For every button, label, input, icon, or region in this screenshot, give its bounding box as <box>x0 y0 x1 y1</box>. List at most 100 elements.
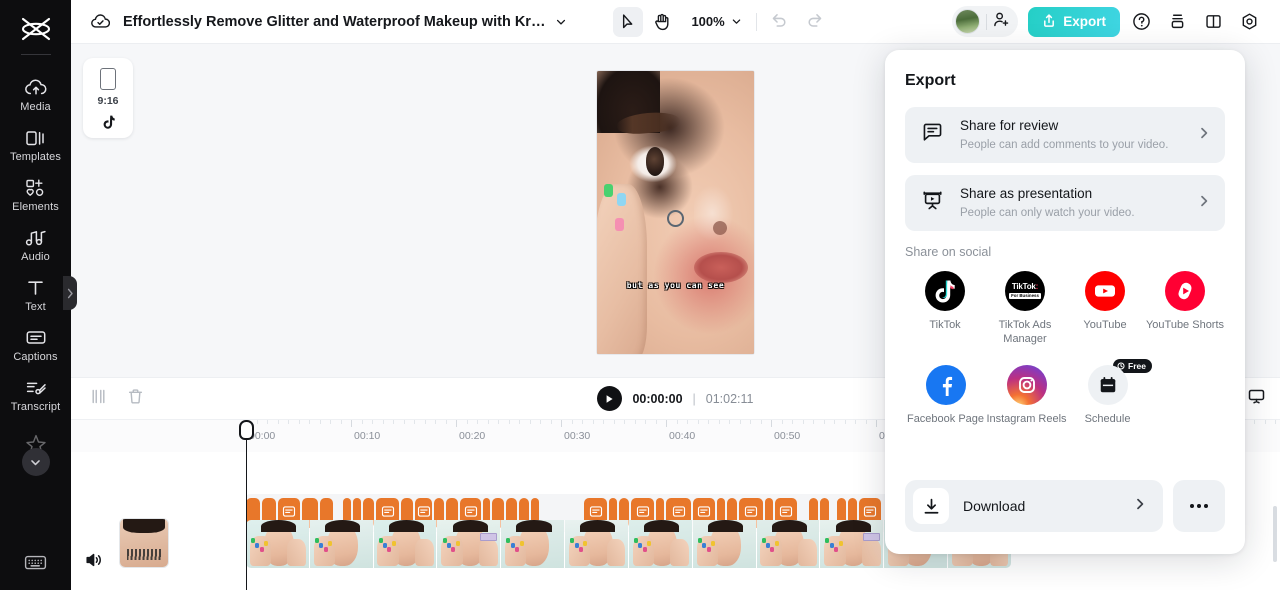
ruler-tick-minor <box>698 420 699 424</box>
video-frame-thumbnail[interactable] <box>820 520 885 568</box>
add-person-icon[interactable] <box>993 11 1010 33</box>
ruler-tick-major <box>351 420 352 427</box>
ruler-tick-minor <box>1254 420 1255 424</box>
ruler-tick-minor <box>572 420 573 424</box>
split-clip-icon[interactable] <box>90 388 107 410</box>
collaborators-group[interactable] <box>952 6 1019 37</box>
hand-tool-button[interactable] <box>647 7 677 37</box>
social-schedule[interactable]: Free Schedule <box>1067 358 1152 426</box>
ruler-tick-minor <box>750 420 751 424</box>
ruler-tick-minor <box>614 420 615 424</box>
ruler-tick-minor <box>624 420 625 424</box>
avatar[interactable] <box>955 9 981 34</box>
play-triangle-icon <box>607 394 614 403</box>
project-title-chevron-down-icon[interactable] <box>555 16 567 28</box>
ruler-tick-minor <box>393 420 394 424</box>
video-frame-thumbnail[interactable] <box>756 520 821 568</box>
zoom-level-control[interactable]: 100% <box>691 14 741 29</box>
social-tiktok-ads[interactable]: TikTok: For Business TikTok Ads Manager <box>985 271 1065 347</box>
sidebar-item-media[interactable]: Media <box>3 69 69 119</box>
ruler-tick-minor <box>635 420 636 424</box>
video-frame-thumbnail[interactable] <box>565 520 629 568</box>
share-as-presentation-subtitle: People can only watch your video. <box>960 206 1135 219</box>
playhead-handle[interactable] <box>239 420 254 440</box>
undo-button[interactable] <box>771 11 788 32</box>
social-youtube-label: YouTube <box>1083 319 1127 331</box>
social-tiktok[interactable]: TikTok <box>905 271 985 347</box>
help-icon[interactable] <box>1126 7 1156 37</box>
share-as-presentation-option[interactable]: Share as presentation People can only wa… <box>905 175 1225 231</box>
ruler-label: 00:50 <box>774 430 801 442</box>
ruler-tick-minor <box>645 420 646 424</box>
aspect-ratio-label: 9:16 <box>97 95 119 107</box>
more-options-button[interactable] <box>1173 480 1225 532</box>
export-button[interactable]: Export <box>1028 6 1120 37</box>
clip-thumbnail[interactable] <box>120 519 168 567</box>
youtube-icon <box>1085 271 1125 311</box>
social-tiktok-ads-label: TikTok Ads Manager <box>998 319 1052 346</box>
sidebar-label-templates: Templates <box>9 151 62 163</box>
social-instagram-reels[interactable]: Instagram Reels <box>986 364 1067 426</box>
timeline-vertical-scrollbar[interactable] <box>1273 506 1277 562</box>
zoom-chevron-down-icon <box>732 19 740 24</box>
ellipsis-icon <box>1190 504 1194 508</box>
video-frame-thumbnail[interactable] <box>501 520 566 568</box>
split-panel-icon[interactable] <box>1198 7 1228 37</box>
video-frame-thumbnail[interactable] <box>628 520 693 568</box>
ruler-tick-minor <box>687 420 688 424</box>
download-arrow-icon <box>913 488 949 524</box>
capcut-editor-window: Media Templates Elements Audio Text Capt… <box>0 0 1280 590</box>
speaker-icon[interactable] <box>85 552 103 573</box>
ruler-tick-major <box>666 420 667 427</box>
sidebar-label-transcript: Transcript <box>10 401 61 413</box>
ruler-tick-minor <box>782 420 783 424</box>
ruler-tick-minor <box>278 420 279 424</box>
ruler-tick-minor <box>425 420 426 424</box>
video-frame-thumbnail[interactable] <box>373 520 438 568</box>
ruler-tick-major <box>876 420 877 427</box>
download-button[interactable]: Download <box>905 480 1163 532</box>
social-youtube-shorts[interactable]: YouTube Shorts <box>1145 271 1225 347</box>
keyboard-shortcuts-icon[interactable] <box>24 554 47 576</box>
settings-gear-icon[interactable] <box>1234 7 1264 37</box>
ruler-tick-minor <box>729 420 730 424</box>
trash-icon[interactable] <box>127 388 144 410</box>
layers-icon[interactable] <box>1162 7 1192 37</box>
video-preview[interactable]: but as you can see <box>597 71 754 354</box>
portrait-frame-icon <box>100 68 116 90</box>
redo-button[interactable] <box>806 11 823 32</box>
selection-marker-icon[interactable] <box>667 210 684 227</box>
social-youtube[interactable]: YouTube <box>1065 271 1145 347</box>
video-frame-thumbnail[interactable] <box>692 520 757 568</box>
playhead[interactable] <box>239 420 254 590</box>
select-tool-button[interactable] <box>613 6 644 37</box>
tiktok-icon <box>101 115 115 135</box>
play-button[interactable] <box>597 386 623 411</box>
sidebar-item-templates[interactable]: Templates <box>3 119 69 169</box>
aspect-ratio-card[interactable]: 9:16 <box>83 58 133 138</box>
free-badge-label: Free <box>1128 360 1146 371</box>
sidebar-item-audio[interactable]: Audio <box>3 219 69 269</box>
presentation-screen-icon[interactable] <box>1247 388 1266 410</box>
sidebar-label-text: Text <box>25 301 46 313</box>
social-facebook-page[interactable]: Facebook Page <box>905 364 986 426</box>
cloud-check-icon[interactable] <box>91 13 110 30</box>
sidebar-item-elements[interactable]: Elements <box>3 169 69 219</box>
video-frame-thumbnail[interactable] <box>437 520 502 568</box>
ruler-tick-minor <box>845 420 846 424</box>
ruler-tick-minor <box>540 420 541 424</box>
sidebar-item-captions[interactable]: Captions <box>3 319 69 369</box>
export-button-label: Export <box>1063 14 1106 29</box>
ruler-tick-minor <box>435 420 436 424</box>
sidebar-item-transcript[interactable]: Transcript <box>3 369 69 419</box>
ruler-tick-minor <box>530 420 531 424</box>
app-logo[interactable] <box>15 10 57 48</box>
video-frame-thumbnail[interactable] <box>246 520 310 568</box>
sidebar-item-text[interactable]: Text <box>3 269 69 319</box>
share-for-review-option[interactable]: Share for review People can add comments… <box>905 107 1225 163</box>
project-title[interactable]: Effortlessly Remove Glitter and Waterpro… <box>123 14 545 30</box>
panel-collapse-handle[interactable] <box>63 276 77 310</box>
sidebar-expand-button[interactable] <box>21 448 50 476</box>
social-schedule-label: Schedule <box>1084 412 1131 425</box>
video-frame-thumbnail[interactable] <box>309 520 374 568</box>
